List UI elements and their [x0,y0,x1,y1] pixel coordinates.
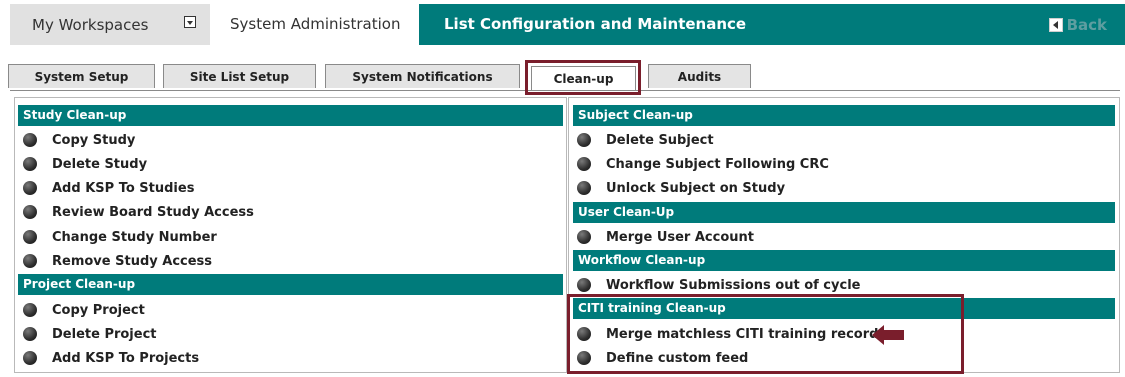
item-label[interactable]: Review Board Study Access [52,205,254,220]
bullet-icon [577,157,591,171]
delete-subject-item[interactable]: Delete Subject [577,129,714,151]
bullet-icon [577,181,591,195]
user-clean-up-header: User Clean-Up [573,202,1115,223]
study-clean-up-header: Study Clean-up [18,105,563,126]
merge-user-account-item[interactable]: Merge User Account [577,226,754,248]
bullet-icon [577,351,591,365]
item-label[interactable]: Define custom feed [606,351,748,366]
bullet-icon [23,254,37,268]
tab-system-setup[interactable]: System Setup [8,64,155,88]
item-label[interactable]: Merge matchless CITI training records [606,327,886,342]
tab-bar: System Setup Site List Setup System Noti… [0,60,1125,91]
citi-training-clean-up-header: CITI training Clean-up [573,298,1115,319]
subject-clean-up-header: Subject Clean-up [573,105,1115,126]
bullet-icon [577,133,591,147]
item-label[interactable]: Change Subject Following CRC [606,157,829,172]
page-header: List Configuration and Maintenance Back [419,4,1125,45]
tab-site-list-setup[interactable]: Site List Setup [163,64,316,88]
add-ksp-to-studies-item[interactable]: Add KSP To Studies [23,177,194,199]
item-label[interactable]: Change Study Number [52,230,217,245]
item-label[interactable]: Delete Subject [606,133,714,148]
unlock-subject-on-study-item[interactable]: Unlock Subject on Study [577,177,785,199]
tab-clean-up[interactable]: Clean-up [531,66,636,91]
workflow-submissions-out-of-cycle-item[interactable]: Workflow Submissions out of cycle [577,274,860,296]
define-custom-feed-item[interactable]: Define custom feed [577,347,748,369]
change-subject-following-crc-item[interactable]: Change Subject Following CRC [577,153,829,175]
item-label[interactable]: Workflow Submissions out of cycle [606,278,860,293]
workflow-clean-up-header: Workflow Clean-up [573,250,1115,271]
remove-study-access-item[interactable]: Remove Study Access [23,250,212,272]
item-label[interactable]: Copy Project [52,303,145,318]
item-label[interactable]: Add KSP To Studies [52,181,194,196]
tab-system-notifications[interactable]: System Notifications [325,64,520,88]
tab-audits[interactable]: Audits [648,64,751,88]
bullet-icon [23,181,37,195]
back-label[interactable]: Back [1067,16,1107,34]
bullet-icon [23,230,37,244]
delete-project-item[interactable]: Delete Project [23,323,157,345]
add-ksp-to-projects-item[interactable]: Add KSP To Projects [23,347,199,369]
bullet-icon [23,303,37,317]
delete-study-item[interactable]: Delete Study [23,153,147,175]
merge-matchless-citi-training-records-item[interactable]: Merge matchless CITI training records [577,323,886,345]
project-clean-up-header: Project Clean-up [18,274,563,295]
item-label[interactable]: Remove Study Access [52,254,212,269]
bullet-icon [23,327,37,341]
item-label[interactable]: Delete Study [52,157,147,172]
back-arrow-icon[interactable] [1048,18,1063,32]
my-workspaces-menu[interactable]: My Workspaces [10,4,210,45]
top-bar: My Workspaces System Administration List… [0,0,1125,48]
bullet-icon [23,205,37,219]
item-label[interactable]: Add KSP To Projects [52,351,199,366]
change-study-number-item[interactable]: Change Study Number [23,226,217,248]
page-title: List Configuration and Maintenance [444,15,747,33]
item-label[interactable]: Merge User Account [606,230,754,245]
dropdown-arrow-icon[interactable] [184,16,196,28]
back-button[interactable]: Back [1048,16,1107,34]
my-workspaces-label[interactable]: My Workspaces [32,16,148,34]
bullet-icon [577,230,591,244]
bullet-icon [577,278,591,292]
tab-divider [10,90,1120,91]
bullet-icon [23,351,37,365]
review-board-study-access-item[interactable]: Review Board Study Access [23,201,254,223]
copy-project-item[interactable]: Copy Project [23,299,145,321]
copy-study-item[interactable]: Copy Study [23,129,135,151]
left-arrow-icon [872,325,904,345]
bullet-icon [23,133,37,147]
item-label[interactable]: Unlock Subject on Study [606,181,785,196]
bullet-icon [577,327,591,341]
bullet-icon [23,157,37,171]
item-label[interactable]: Delete Project [52,327,157,342]
item-label[interactable]: Copy Study [52,133,135,148]
system-administration-link[interactable]: System Administration [230,4,400,45]
